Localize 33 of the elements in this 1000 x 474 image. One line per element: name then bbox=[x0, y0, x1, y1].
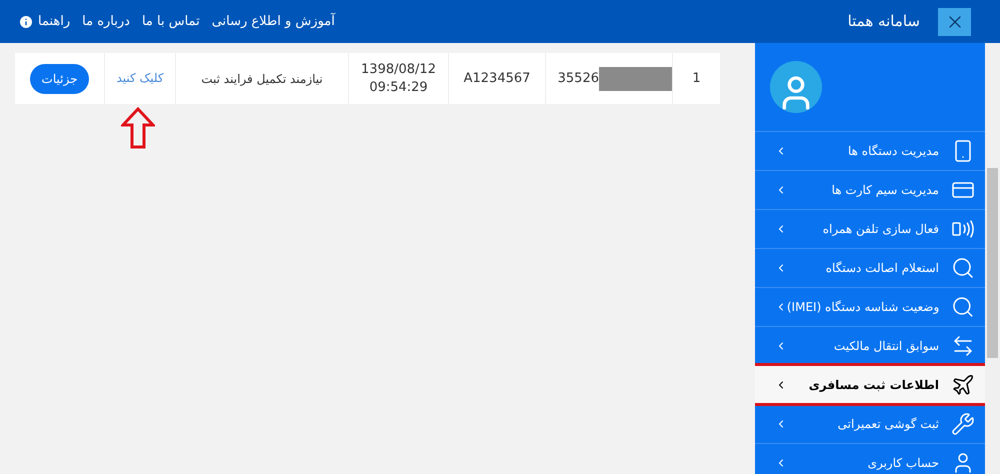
menu-item[interactable]: حساب کاربری bbox=[755, 443, 985, 474]
table-cell: A1234567 bbox=[448, 53, 545, 104]
menu-label: استعلام اصالت دستگاه bbox=[826, 260, 939, 277]
time-text: 09:54:29 bbox=[369, 78, 428, 96]
arrow-drawing bbox=[121, 107, 155, 149]
menu-label: فعال سازی تلفن همراه bbox=[822, 221, 939, 238]
menu-label: اطلاعات ثبت مسافری bbox=[808, 376, 939, 394]
menu-item[interactable]: فعال سازی تلفن همراه bbox=[755, 209, 985, 248]
scrollbar-thumb[interactable] bbox=[987, 168, 998, 358]
wrench-icon bbox=[951, 412, 975, 436]
menu-item[interactable]: اطلاعات ثبت مسافری bbox=[755, 365, 985, 404]
plane-icon bbox=[951, 372, 975, 396]
menu-label: مدیریت سیم کارت ها bbox=[832, 182, 939, 199]
nav-link[interactable]: تماس با ما bbox=[142, 12, 200, 32]
menu-label: وضعیت شناسه دستگاه (IMEI) bbox=[786, 299, 940, 316]
nav-link[interactable]: درباره ما bbox=[82, 12, 130, 32]
search-icon bbox=[951, 256, 975, 280]
nav-link[interactable]: راهنما bbox=[18, 12, 70, 32]
menu-label: سوابق انتقال مالکیت bbox=[834, 338, 939, 355]
click-link[interactable]: کلیک کنید bbox=[116, 69, 164, 87]
table-cell: نیازمند تکمیل فرایند ثبت bbox=[175, 53, 348, 104]
serial-text: 35526 bbox=[558, 70, 599, 88]
close-button[interactable] bbox=[938, 8, 971, 36]
nav-link[interactable]: آموزش و اطلاع رسانی bbox=[212, 12, 335, 32]
info-icon bbox=[18, 14, 34, 30]
search-icon bbox=[951, 295, 975, 319]
menu-item[interactable]: مدیریت سیم کارت ها bbox=[755, 170, 985, 209]
menu-label: مدیریت دستگاه ها bbox=[848, 143, 939, 160]
details-button[interactable]: جزئیات bbox=[30, 64, 90, 94]
menu-label: ثبت گوشی تعمیراتی bbox=[838, 416, 939, 433]
menu-label: حساب کاربری bbox=[868, 455, 939, 472]
date-text: 1398/08/12 bbox=[361, 60, 436, 78]
app-title: سامانه همتا bbox=[848, 11, 920, 32]
